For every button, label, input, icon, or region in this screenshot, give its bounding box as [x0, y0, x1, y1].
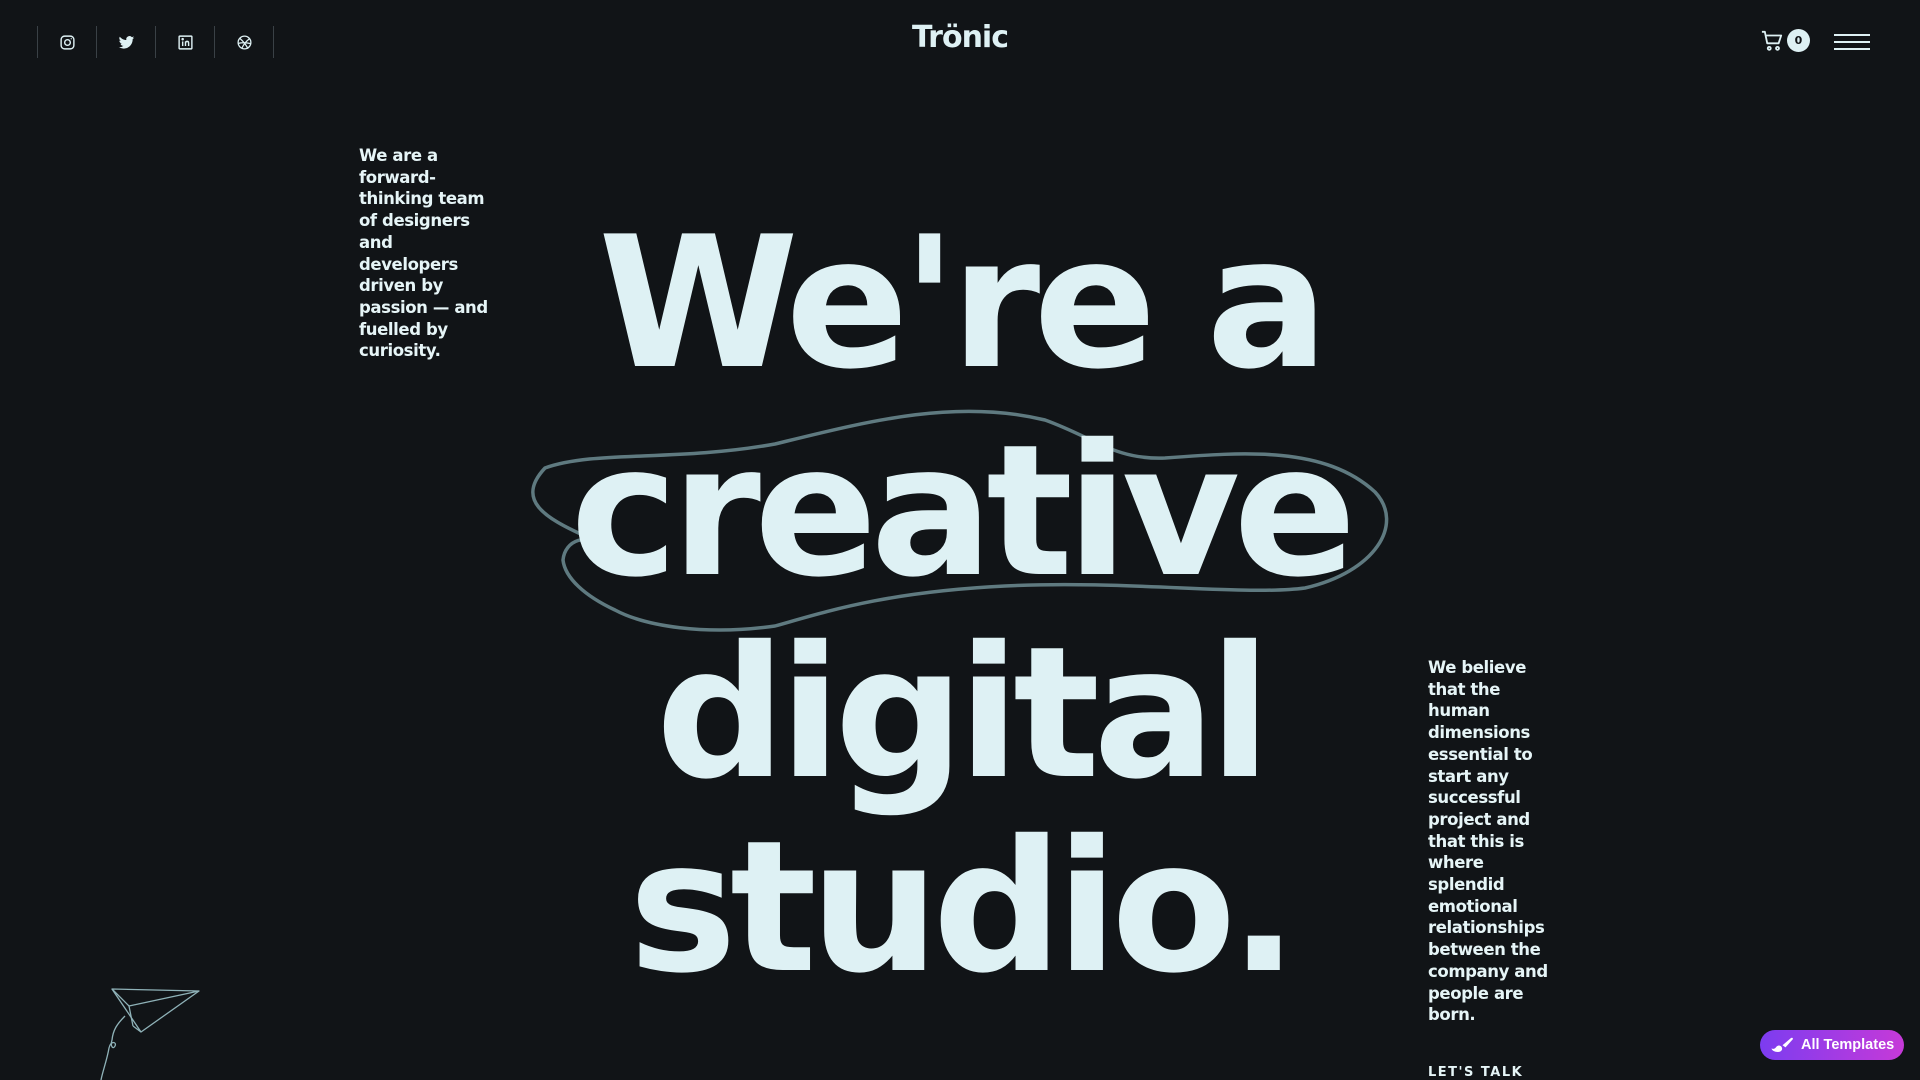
headline-line-2: creative [570, 405, 1356, 617]
instagram-link[interactable] [38, 26, 97, 58]
headline-line-1: We're a [598, 197, 1329, 409]
dribbble-link[interactable] [215, 26, 274, 58]
all-templates-label: All Templates [1801, 1037, 1895, 1053]
linkedin-link[interactable] [156, 26, 215, 58]
cart-button[interactable]: 0 [1761, 29, 1810, 52]
dribbble-icon [236, 34, 252, 50]
headline-line-3: digital [655, 607, 1272, 819]
social-links [37, 26, 274, 58]
instagram-icon [59, 34, 75, 50]
belief-text: We believe that the human dimensions ess… [1428, 658, 1548, 1025]
hamburger-menu-icon[interactable] [1834, 31, 1870, 53]
menu-bar [1834, 48, 1870, 50]
twitter-icon [118, 35, 134, 49]
linkedin-icon [177, 34, 193, 50]
lets-talk-link[interactable]: LET'S TALK [1428, 1065, 1523, 1080]
all-templates-button[interactable]: All Templates [1760, 1030, 1905, 1060]
brush-icon [1771, 1037, 1793, 1052]
twitter-link[interactable] [97, 26, 156, 58]
cart-count-badge: 0 [1787, 29, 1810, 52]
menu-bar [1834, 41, 1870, 43]
cart-icon [1761, 30, 1783, 51]
brand-logo: Trönic [0, 20, 1920, 55]
menu-bar [1834, 34, 1870, 36]
headline-line-4: studio. [628, 801, 1299, 1013]
brand-logo-link[interactable]: Trönic [912, 20, 1009, 55]
page: Trönic 0 We are a forward-thinking team … [0, 0, 1920, 1080]
